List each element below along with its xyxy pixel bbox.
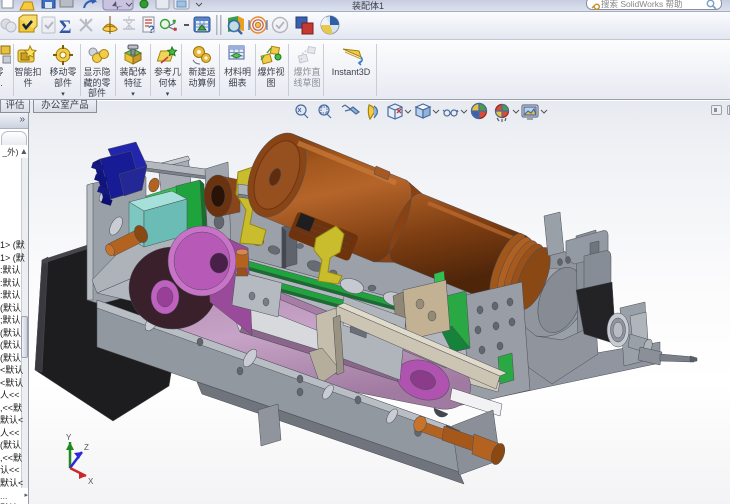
svg-text:Z: Z xyxy=(84,443,89,452)
svg-text:X: X xyxy=(88,477,94,486)
svg-text:Y: Y xyxy=(66,433,72,442)
